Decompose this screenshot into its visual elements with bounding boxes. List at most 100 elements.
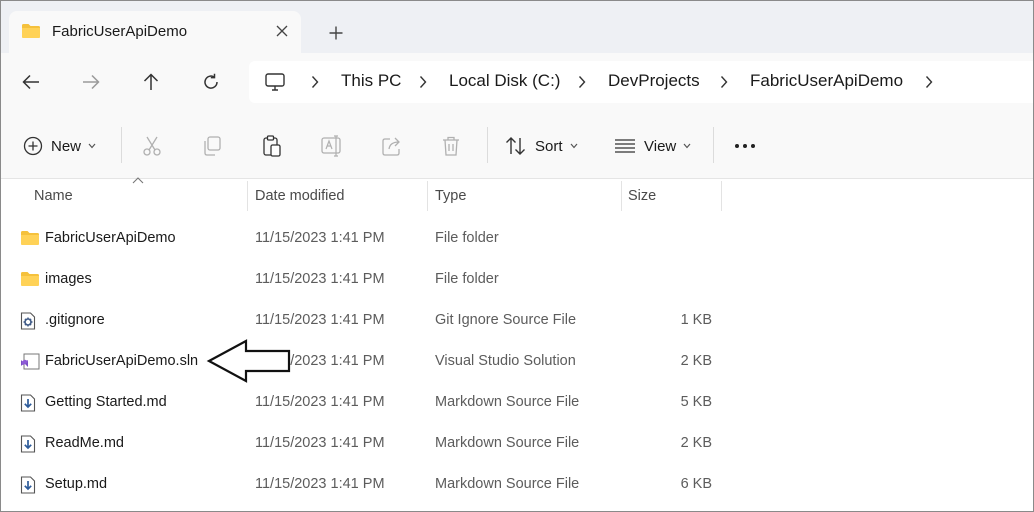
file-name: Getting Started.md bbox=[45, 394, 167, 410]
folder-icon bbox=[20, 230, 40, 250]
more-options-button[interactable] bbox=[734, 133, 756, 159]
markdown-file-icon bbox=[20, 394, 36, 416]
address-bar[interactable]: This PC Local Disk (C:) DevProjects Fabr… bbox=[249, 61, 1033, 103]
column-header-date[interactable]: Date modified bbox=[248, 179, 427, 214]
file-size: 6 KB bbox=[680, 476, 712, 492]
breadcrumb-chevron-icon[interactable] bbox=[311, 75, 319, 92]
column-divider[interactable] bbox=[721, 181, 722, 211]
new-tab-button[interactable] bbox=[323, 20, 349, 46]
file-row[interactable]: images 11/15/2023 1:41 PM File folder bbox=[1, 259, 1033, 300]
rename-icon bbox=[321, 135, 341, 157]
file-name: Setup.md bbox=[45, 476, 108, 492]
file-type: Markdown Source File bbox=[435, 394, 580, 410]
file-name: .gitignore bbox=[45, 312, 105, 328]
new-label: New bbox=[51, 137, 82, 155]
delete-button[interactable] bbox=[441, 133, 461, 159]
file-type: Markdown Source File bbox=[435, 435, 580, 451]
new-icon bbox=[23, 136, 43, 156]
gear-file-icon bbox=[20, 312, 36, 334]
file-size: 5 KB bbox=[680, 394, 712, 410]
breadcrumb-chevron-icon[interactable] bbox=[578, 75, 586, 92]
file-date: 11/15/2023 1:41 PM bbox=[255, 312, 385, 328]
sort-label: Sort bbox=[535, 137, 563, 155]
column-date-label: Date modified bbox=[255, 188, 345, 204]
close-icon[interactable] bbox=[271, 20, 293, 42]
file-size: 2 KB bbox=[680, 435, 712, 451]
toolbar-divider bbox=[487, 127, 488, 163]
up-button[interactable] bbox=[135, 67, 167, 97]
navigation-bar: This PC Local Disk (C:) DevProjects Fabr… bbox=[1, 53, 1033, 111]
file-type: File folder bbox=[435, 271, 499, 287]
arrow-left-icon bbox=[22, 74, 39, 90]
toolbar-divider bbox=[121, 127, 122, 163]
folder-icon bbox=[21, 23, 41, 42]
column-size-label: Size bbox=[628, 188, 657, 204]
breadcrumb-chevron-icon[interactable] bbox=[925, 75, 933, 92]
file-type: File folder bbox=[435, 230, 499, 246]
file-row[interactable]: FabricUserApiDemo 11/15/2023 1:41 PM Fil… bbox=[1, 218, 1033, 259]
file-date: 11/15/2023 1:41 PM bbox=[255, 271, 385, 287]
column-header-size[interactable]: Size bbox=[622, 179, 721, 214]
copy-icon bbox=[204, 136, 221, 156]
file-name: FabricUserApiDemo.sln bbox=[45, 353, 199, 369]
breadcrumb-chevron-icon[interactable] bbox=[720, 75, 728, 92]
file-date: 11/15/2023 1:41 PM bbox=[255, 230, 385, 246]
file-row[interactable]: Getting Started.md 11/15/2023 1:41 PM Ma… bbox=[1, 382, 1033, 423]
share-button[interactable] bbox=[381, 133, 403, 159]
chevron-down-icon bbox=[570, 143, 577, 149]
view-button[interactable]: View bbox=[614, 133, 691, 159]
command-bar: New Sort View bbox=[1, 111, 1033, 179]
delete-icon bbox=[443, 136, 459, 156]
paste-button[interactable] bbox=[261, 133, 283, 159]
chevron-down-icon bbox=[683, 143, 691, 149]
cut-button[interactable] bbox=[141, 133, 163, 159]
paste-icon bbox=[263, 135, 281, 157]
arrow-right-icon bbox=[83, 74, 100, 90]
breadcrumb-this-pc[interactable]: This PC bbox=[341, 71, 401, 91]
file-date: 11/15/2023 1:41 PM bbox=[255, 394, 385, 410]
file-name: FabricUserApiDemo bbox=[45, 230, 176, 246]
chevron-down-icon bbox=[88, 143, 96, 149]
file-date: 11/15/2023 1:41 PM bbox=[255, 476, 385, 492]
more-icon bbox=[735, 144, 755, 148]
file-row[interactable]: Setup.md 11/15/2023 1:41 PM Markdown Sou… bbox=[1, 464, 1033, 505]
forward-button[interactable] bbox=[75, 67, 107, 97]
refresh-button[interactable] bbox=[195, 67, 227, 97]
tab-strip: FabricUserApiDemo bbox=[1, 1, 1033, 53]
folder-icon bbox=[20, 271, 40, 291]
sort-button[interactable]: Sort bbox=[505, 133, 578, 159]
file-explorer-window: FabricUserApiDemo This PC Local Disk (C:… bbox=[0, 0, 1034, 512]
column-type-label: Type bbox=[435, 188, 467, 204]
back-button[interactable] bbox=[15, 67, 47, 97]
visual-studio-icon bbox=[20, 353, 40, 375]
file-row[interactable]: FabricUserApiDemo.sln 11/15/2023 1:41 PM… bbox=[1, 341, 1033, 382]
refresh-icon bbox=[204, 73, 218, 89]
breadcrumb-fabricuserapidemo[interactable]: FabricUserApiDemo bbox=[750, 71, 903, 91]
pointer-arrow-icon bbox=[206, 339, 291, 383]
file-row[interactable]: ReadMe.md 11/15/2023 1:41 PM Markdown So… bbox=[1, 423, 1033, 464]
rename-button[interactable] bbox=[321, 133, 345, 159]
markdown-file-icon bbox=[20, 476, 36, 498]
file-row[interactable]: .gitignore 11/15/2023 1:41 PM Git Ignore… bbox=[1, 300, 1033, 341]
breadcrumb-local-disk[interactable]: Local Disk (C:) bbox=[449, 71, 560, 91]
breadcrumb-devprojects[interactable]: DevProjects bbox=[608, 71, 700, 91]
file-name: ReadMe.md bbox=[45, 435, 124, 451]
markdown-file-icon bbox=[20, 435, 36, 457]
column-header-name[interactable]: Name bbox=[1, 179, 247, 214]
new-button[interactable]: New bbox=[23, 133, 96, 159]
computer-icon bbox=[265, 73, 285, 94]
file-date: 11/15/2023 1:41 PM bbox=[255, 435, 385, 451]
view-label: View bbox=[644, 137, 677, 155]
column-header-type[interactable]: Type bbox=[428, 179, 621, 214]
plus-icon bbox=[329, 26, 343, 40]
arrow-up-icon bbox=[143, 73, 159, 90]
column-name-label: Name bbox=[34, 188, 73, 204]
sort-icon bbox=[506, 137, 525, 155]
view-icon bbox=[615, 139, 635, 153]
toolbar-divider bbox=[713, 127, 714, 163]
tab-fabricuserapidemo[interactable]: FabricUserApiDemo bbox=[9, 11, 301, 53]
copy-button[interactable] bbox=[201, 133, 223, 159]
file-type: Markdown Source File bbox=[435, 476, 580, 492]
breadcrumb-chevron-icon[interactable] bbox=[419, 75, 427, 92]
file-size: 2 KB bbox=[680, 353, 712, 369]
